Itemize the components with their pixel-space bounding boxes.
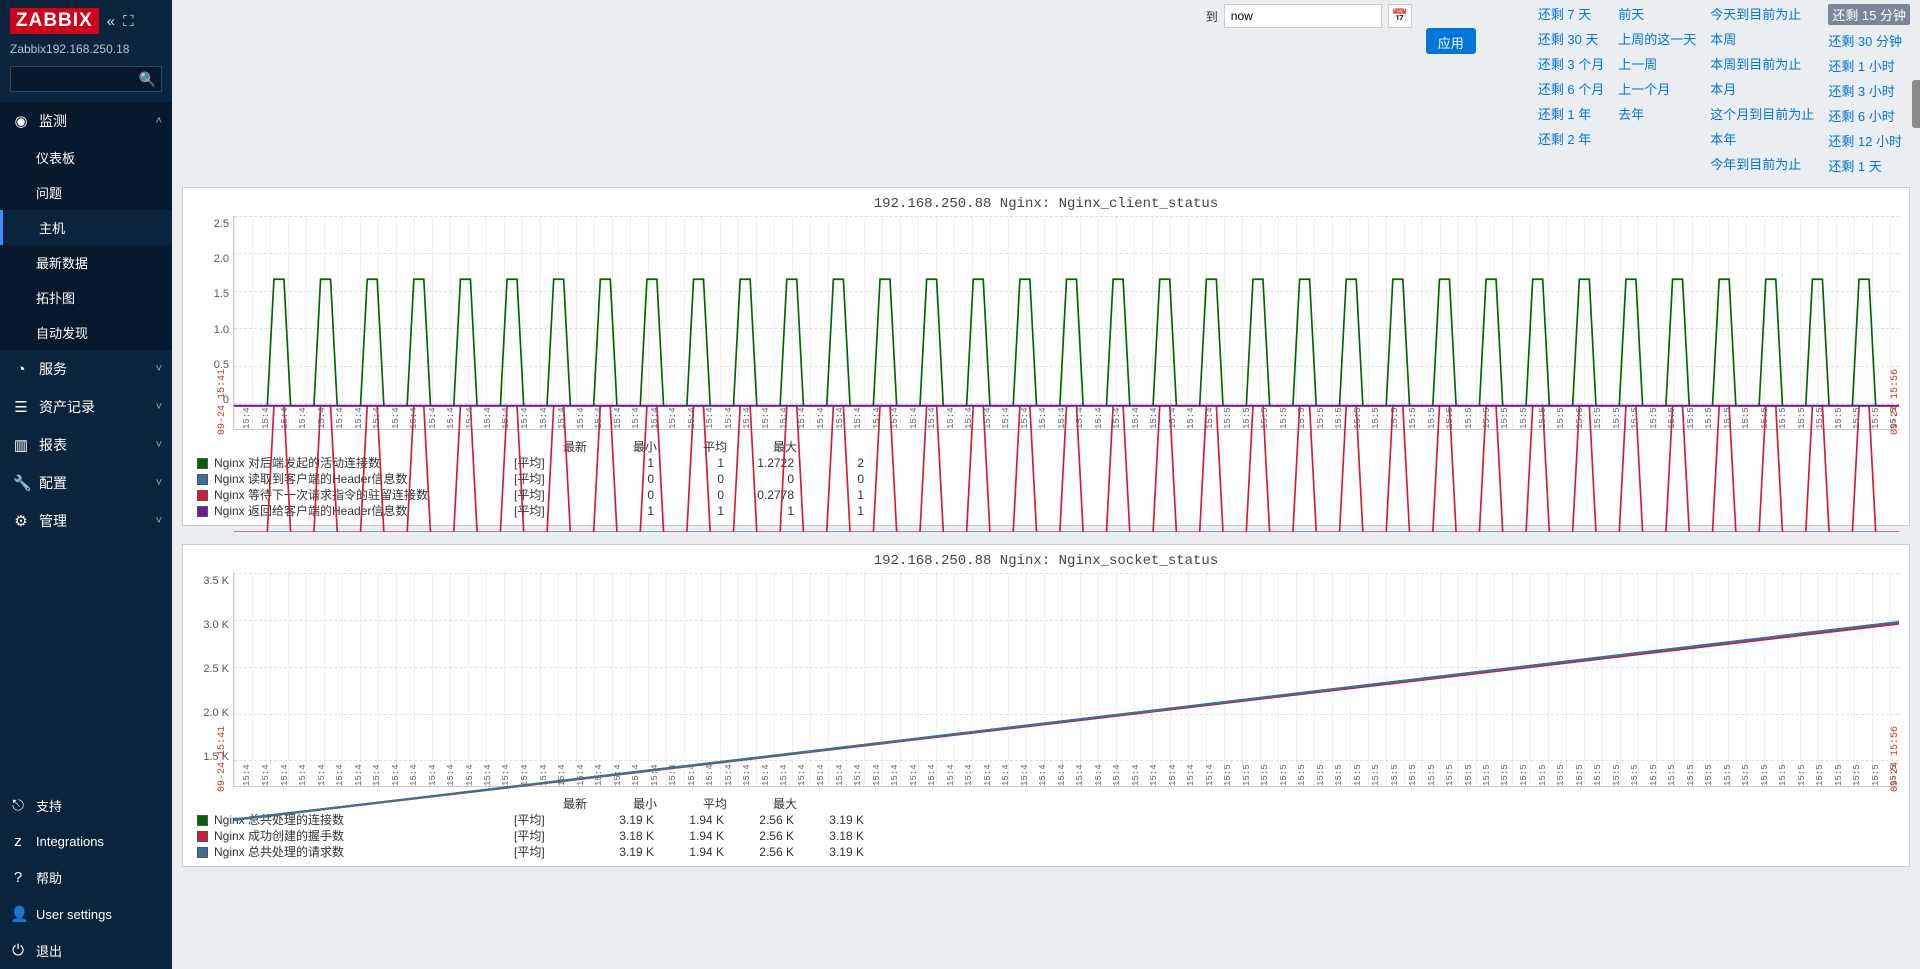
search-icon[interactable]: 🔍: [139, 71, 156, 88]
nav-hosts[interactable]: 主机: [0, 210, 172, 245]
nav-admin[interactable]: ⚙管理˅: [0, 502, 172, 540]
quick-range-link[interactable]: 还剩 1 年: [1538, 104, 1604, 123]
nav-config[interactable]: 🔧配置˅: [0, 464, 172, 502]
chevron-down-icon: ˅: [156, 363, 162, 375]
apply-button[interactable]: 应用: [1426, 28, 1476, 54]
collapse-icon[interactable]: «: [107, 13, 115, 30]
quick-range-link[interactable]: 上一周: [1618, 54, 1696, 73]
quick-range-link[interactable]: 上周的这一天: [1618, 29, 1696, 48]
chevron-down-icon: ˅: [156, 477, 162, 489]
help-icon: ?: [10, 869, 26, 886]
chart-area[interactable]: 2.52.01.51.00.5015:41:0015:41:1015:41:20…: [193, 216, 1899, 430]
quick-range-link[interactable]: 前天: [1618, 4, 1696, 23]
chart-area[interactable]: 3.5 K3.0 K2.5 K2.0 K1.5 K15:41:0015:41:1…: [193, 573, 1899, 787]
clock-icon: ◔: [13, 361, 29, 378]
sidebar: ZABBIX « ⛶ Zabbix192.168.250.18 🔍 ◉ 监测 ˄…: [0, 0, 172, 969]
quick-range-link[interactable]: 还剩 12 小时: [1828, 131, 1910, 150]
x-axis: 15:41:0015:41:1015:41:2015:41:3015:41:40…: [234, 764, 1899, 786]
nav-maps[interactable]: 拓扑图: [0, 280, 172, 315]
wrench-icon: 🔧: [13, 474, 29, 492]
nav-usersettings[interactable]: 👤User settings: [0, 896, 172, 932]
quick-range-link[interactable]: 还剩 2 年: [1538, 129, 1604, 148]
chevron-down-icon: ˅: [156, 439, 162, 451]
gear-icon: ⚙: [13, 512, 29, 530]
quick-range-link[interactable]: 还剩 6 小时: [1828, 106, 1910, 125]
chevron-down-icon: ˅: [156, 515, 162, 527]
quick-range-link[interactable]: 上一个月: [1618, 79, 1696, 98]
quick-range-link[interactable]: 还剩 3 小时: [1828, 81, 1910, 100]
nav-monitor-submenu: 仪表板 问题 主机 最新数据 拓扑图 自动发现: [0, 140, 172, 350]
expand-icon[interactable]: ⛶: [123, 13, 134, 30]
plot-area[interactable]: 15:41:0015:41:1015:41:2015:41:3015:41:40…: [233, 573, 1899, 787]
list-icon: ☰: [13, 398, 29, 416]
nav-logout[interactable]: ⏻退出: [0, 932, 172, 969]
quick-range-link[interactable]: 本周到目前为止: [1710, 54, 1814, 73]
scrollbar-thumb[interactable]: [1912, 80, 1920, 128]
quick-range-link[interactable]: 本年: [1710, 129, 1814, 148]
support-icon: ⎋: [10, 797, 26, 814]
calendar-icon[interactable]: 📅: [1388, 4, 1412, 28]
nav-support[interactable]: ⎋支持: [0, 787, 172, 824]
footer-nav: ⎋支持 zIntegrations ?帮助 👤User settings ⏻退出: [0, 787, 172, 969]
quick-range-link[interactable]: 还剩 15 分钟: [1828, 4, 1910, 25]
host-label: Zabbix192.168.250.18: [0, 42, 172, 62]
nav-service[interactable]: ◔服务˅: [0, 350, 172, 388]
brand-logo[interactable]: ZABBIX: [10, 8, 99, 34]
quick-range-link[interactable]: 去年: [1618, 104, 1696, 123]
time-controls: 到 📅 应用 还剩 7 天还剩 30 天还剩 3 个月还剩 6 个月还剩 1 年…: [182, 0, 1910, 187]
integr-icon: z: [10, 833, 26, 850]
graph-title: 192.168.250.88 Nginx: Nginx_client_statu…: [193, 196, 1899, 212]
quick-ranges: 还剩 7 天还剩 30 天还剩 3 个月还剩 6 个月还剩 1 年还剩 2 年 …: [1538, 4, 1910, 175]
eye-icon: ◉: [13, 112, 29, 130]
quick-range-link[interactable]: 本月: [1710, 79, 1814, 98]
quick-range-link[interactable]: 还剩 30 分钟: [1828, 31, 1910, 50]
quick-range-link[interactable]: 还剩 7 天: [1538, 4, 1604, 23]
quick-range-link[interactable]: 还剩 1 小时: [1828, 56, 1910, 75]
user-icon: 👤: [10, 905, 26, 923]
quick-range-link[interactable]: 还剩 30 天: [1538, 29, 1604, 48]
quick-range-link[interactable]: 今天到目前为止: [1710, 4, 1814, 23]
plot-area[interactable]: 15:41:0015:41:1015:41:2015:41:3015:41:40…: [233, 216, 1899, 430]
main-content: 到 📅 应用 还剩 7 天还剩 30 天还剩 3 个月还剩 6 个月还剩 1 年…: [172, 0, 1920, 969]
search-box: 🔍: [10, 66, 162, 92]
quick-range-link[interactable]: 今年到目前为止: [1710, 154, 1814, 173]
graph-box: 192.168.250.88 Nginx: Nginx_socket_statu…: [182, 544, 1910, 867]
to-row: 到 📅: [1206, 4, 1412, 28]
nav-latest[interactable]: 最新数据: [0, 245, 172, 280]
quick-range-link[interactable]: 还剩 3 个月: [1538, 54, 1604, 73]
bar-icon: ▥: [13, 436, 29, 454]
nav-discovery[interactable]: 自动发现: [0, 315, 172, 350]
nav-dashboard[interactable]: 仪表板: [0, 140, 172, 175]
nav-integrations[interactable]: zIntegrations: [0, 824, 172, 859]
chevron-up-icon: ˄: [156, 115, 162, 127]
nav-monitor[interactable]: ◉ 监测 ˄: [0, 102, 172, 140]
to-input[interactable]: [1224, 4, 1382, 28]
nav-asset[interactable]: ☰资产记录˅: [0, 388, 172, 426]
quick-range-link[interactable]: 这个月到目前为止: [1710, 104, 1814, 123]
graph-title: 192.168.250.88 Nginx: Nginx_socket_statu…: [193, 553, 1899, 569]
nav-report[interactable]: ▥报表˅: [0, 426, 172, 464]
graph-box: 192.168.250.88 Nginx: Nginx_client_statu…: [182, 187, 1910, 526]
nav-problems[interactable]: 问题: [0, 175, 172, 210]
quick-range-link[interactable]: 还剩 1 天: [1828, 156, 1910, 175]
x-axis: 15:41:0015:41:1015:41:2015:41:3015:41:40…: [234, 407, 1899, 429]
to-label: 到: [1206, 8, 1218, 25]
chevron-down-icon: ˅: [156, 401, 162, 413]
quick-range-link[interactable]: 本周: [1710, 29, 1814, 48]
quick-range-link[interactable]: 还剩 6 个月: [1538, 79, 1604, 98]
power-icon: ⏻: [10, 942, 26, 959]
nav-help[interactable]: ?帮助: [0, 859, 172, 896]
